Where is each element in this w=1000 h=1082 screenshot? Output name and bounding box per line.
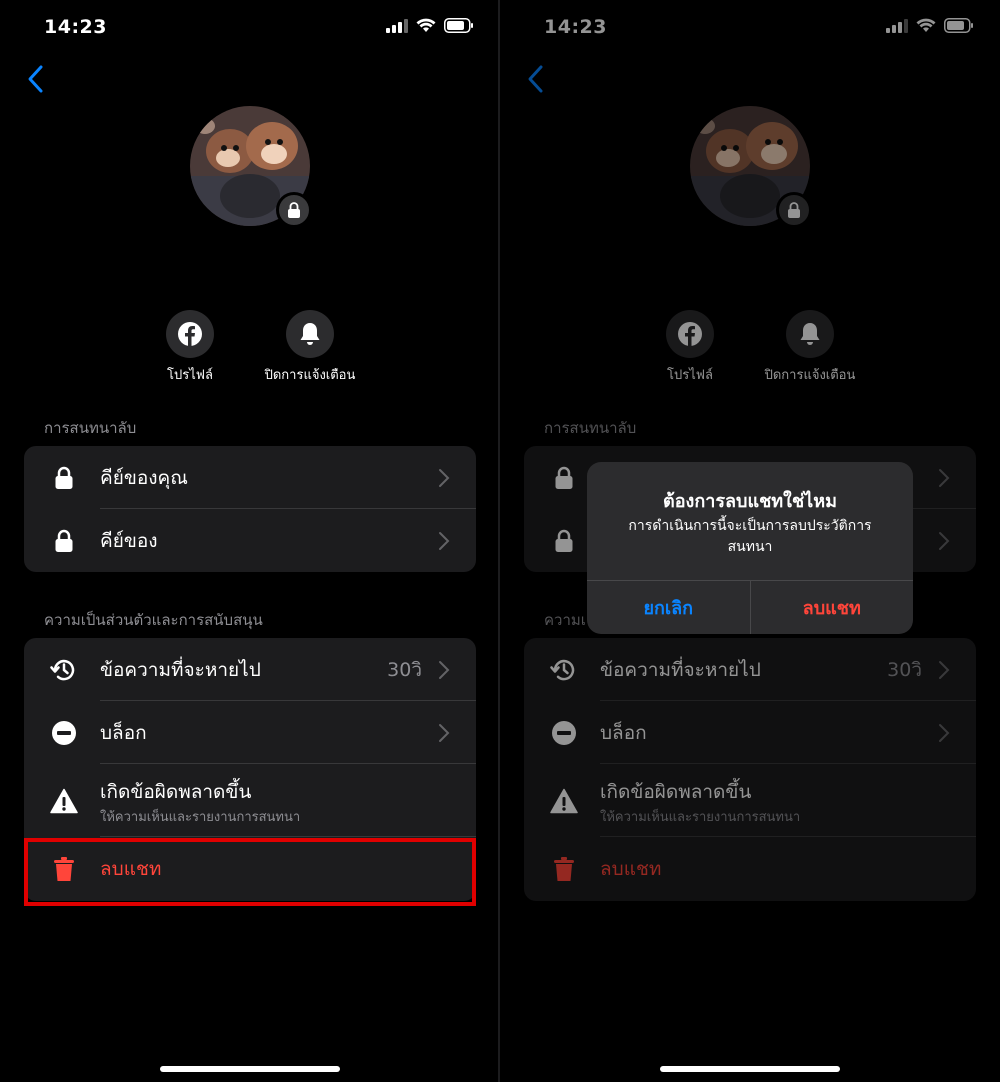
facebook-button[interactable] [166,310,214,358]
status-bar: 14:23 [0,12,500,42]
battery-icon [444,18,473,33]
alert-message: การดำเนินการนี้จะเป็นการลบประวัติการสนทน… [628,518,872,555]
list-item-label: คีย์ของ [100,529,158,552]
profile-action[interactable]: โปรไฟล์ [142,310,238,385]
chevron-right-icon [439,469,450,487]
lock-icon [50,527,78,555]
wifi-icon [416,18,436,32]
timer-value: 30วิ [387,658,422,681]
lock-icon [288,202,300,218]
home-indicator[interactable] [660,1066,840,1072]
secret-lock-badge [276,192,312,228]
confirm-delete-button[interactable]: ลบแชท [751,581,914,634]
privacy-section-title: ความเป็นส่วนตัวและการสนับสนุน [44,611,263,629]
lock-icon [50,464,78,492]
alert-title: ต้องการลบแชทใช่ไหม [663,491,837,512]
chevron-right-icon [439,532,450,550]
secret-card: คีย์ของคุณ คีย์ของ [24,446,476,572]
list-item-disappearing-messages[interactable]: ข้อความที่จะหายไป 30วิ [24,638,476,701]
delete-chat-highlight [24,838,476,906]
signal-icon [386,18,408,33]
list-item-label: บล็อก [100,721,147,744]
right-screen: 14:23 โปรไฟล์ ปิดการแจ้งเตือน การสนทนาลั… [500,0,1000,1082]
mute-button[interactable] [286,310,334,358]
mute-label: ปิดการแจ้งเตือน [264,368,356,383]
alert-buttons: ยกเลิก ลบแชท [587,580,913,634]
mute-action[interactable]: ปิดการแจ้งเตือน [262,310,358,385]
list-item-block[interactable]: บล็อก [24,701,476,764]
profile-label: โปรไฟล์ [167,368,213,383]
list-item-your-key[interactable]: คีย์ของคุณ [24,446,476,509]
delete-chat-alert: ต้องการลบแชทใช่ไหม การดำเนินการนี้จะเป็น… [587,462,913,634]
bell-icon [300,323,320,345]
list-item-label: คีย์ของคุณ [100,466,188,489]
profile-avatar [190,106,312,228]
status-icons [386,18,474,33]
status-time: 14:23 [44,16,107,38]
block-icon [50,719,78,747]
chevron-right-icon [439,724,450,742]
warning-icon [50,787,78,815]
list-item-sublabel: ให้ความเห็นและรายงานการสนทนา [100,810,301,825]
left-screen: 14:23 โปรไฟล์ ปิดการแจ้งเตือน การสนทนาลั… [0,0,500,1082]
list-item-label: ข้อความที่จะหายไป [100,658,261,681]
list-item-report-problem[interactable]: เกิดข้อผิดพลาดขึ้น ให้ความเห็นและรายงานก… [24,764,476,837]
facebook-icon [178,322,202,346]
list-item-their-key[interactable]: คีย์ของ [24,509,476,572]
chevron-right-icon [439,661,450,679]
home-indicator[interactable] [160,1066,340,1072]
secret-section-title: การสนทนาลับ [44,419,137,437]
list-item-label: เกิดข้อผิดพลาดขึ้น [100,781,252,803]
cancel-button[interactable]: ยกเลิก [587,581,751,634]
timer-icon [50,656,78,684]
back-chevron-icon[interactable] [24,64,48,94]
profile-actions: โปรไฟล์ ปิดการแจ้งเตือน [0,310,500,385]
